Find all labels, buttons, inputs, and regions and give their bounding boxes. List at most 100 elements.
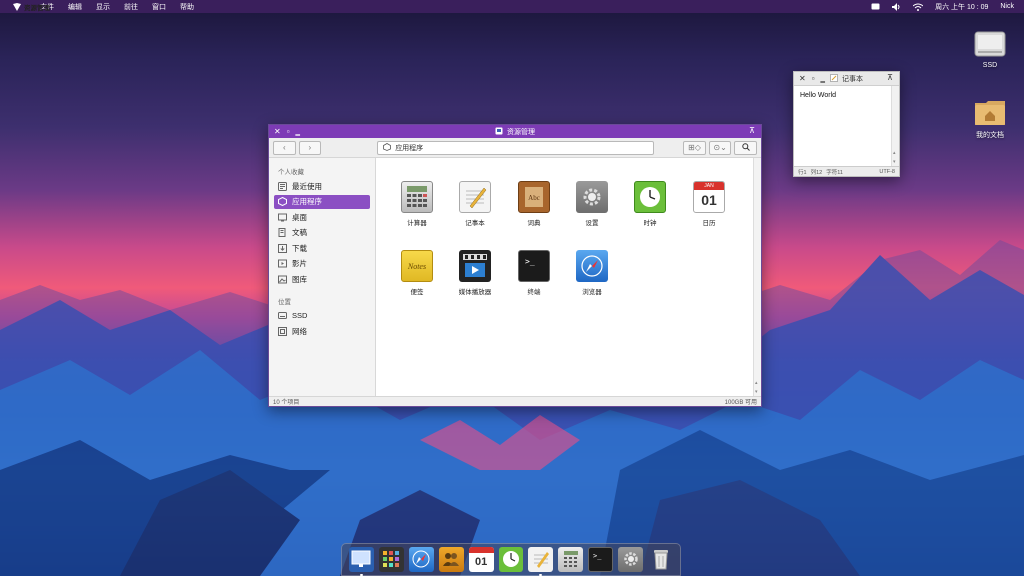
dock-item-calculator[interactable] — [558, 547, 584, 572]
app-item-dictionary[interactable]: Abc 词典 — [509, 181, 559, 227]
calendar-icon: JAN 01 — [693, 181, 725, 213]
file-manager-icon — [351, 550, 371, 570]
sidebar-item-downloads[interactable]: 下载 — [274, 241, 370, 255]
dock-item-settings[interactable] — [618, 547, 644, 572]
menu-edit[interactable]: 编辑 — [68, 2, 82, 12]
vertical-scrollbar[interactable]: ▴ ▾ — [891, 86, 899, 166]
menu-window[interactable]: 窗口 — [152, 2, 166, 12]
app-label: 浏览器 — [582, 289, 602, 296]
path-bar[interactable]: 应用程序 — [377, 140, 655, 155]
app-item-notepad[interactable]: 记事本 — [450, 181, 500, 227]
app-item-media-player[interactable]: 媒体播放器 — [450, 250, 500, 296]
calculator-icon — [401, 181, 433, 213]
app-item-notes[interactable]: Notes 便签 — [392, 250, 442, 296]
menu-help[interactable]: 帮助 — [180, 2, 194, 12]
dock-item-notepad[interactable] — [528, 547, 554, 576]
app-label: 设置 — [585, 220, 599, 227]
drive-icon — [278, 311, 287, 320]
notepad-editor[interactable]: Hello World ▴ ▾ — [794, 85, 899, 166]
back-button[interactable]: ‹ — [273, 140, 296, 155]
notification-icon[interactable] — [871, 3, 880, 10]
forward-button[interactable]: › — [298, 140, 322, 155]
maximize-icon[interactable]: ⊼ — [887, 73, 893, 82]
volume-icon[interactable] — [892, 2, 901, 11]
menu-go[interactable]: 前往 — [124, 2, 138, 12]
dock-item-trash[interactable] — [648, 547, 673, 572]
maximize-icon[interactable]: ⊼ — [749, 126, 755, 135]
app-label: 终端 — [527, 289, 541, 296]
sidebar-item-network[interactable]: 网络 — [274, 324, 370, 338]
action-menu-button[interactable]: ⊙⌄ — [708, 140, 732, 155]
apps-icon — [278, 197, 287, 206]
svg-text:>_: >_ — [525, 257, 535, 266]
notepad-content[interactable]: Hello World — [800, 92, 836, 99]
svg-text:Abc: Abc — [528, 194, 540, 202]
sidebar-item-movies[interactable]: 影片 — [274, 257, 370, 271]
drive-icon — [974, 30, 1006, 58]
dock-item-contacts[interactable] — [438, 547, 464, 572]
clock-display[interactable]: 周六 上午 10 : 09 — [935, 2, 988, 12]
app-item-terminal[interactable]: >_ 终端 — [509, 250, 559, 296]
encoding: UTF-8 — [879, 168, 895, 175]
calendar-month: JAN — [694, 182, 724, 190]
sidebar-item-label: 图库 — [292, 274, 307, 284]
sidebar-item-ssd[interactable]: SSD — [274, 309, 370, 323]
view-mode-button[interactable]: ⊞◇ — [683, 140, 706, 155]
desktop-icon — [278, 213, 287, 222]
user-name[interactable]: Nick — [1000, 3, 1014, 10]
file-content-area: 计算器 记事本 Abc 词典 设置 时钟 JAN 01 日历 Notes 便签 … — [376, 158, 753, 396]
media-player-icon — [459, 250, 491, 282]
cursor-column: 列12 — [810, 169, 823, 176]
sidebar-item-recent[interactable]: 最近使用 — [274, 179, 370, 193]
desktop-icon-ssd[interactable]: SSD — [970, 30, 1010, 69]
notepad-window: ✕ ▫ ‗ 记事本 ⊼ Hello World ▴ ▾ 行1 列12 字符11 … — [793, 71, 900, 177]
vertical-scrollbar[interactable]: ▴ ▾ — [753, 158, 761, 396]
close-icon[interactable]: ✕ — [274, 127, 281, 136]
menu-view[interactable]: 显示 — [96, 2, 110, 12]
dock-item-launcher[interactable] — [378, 547, 404, 572]
movies-icon — [278, 259, 287, 268]
dock-item-browser[interactable] — [408, 547, 434, 572]
menu-app-name[interactable]: 资源管理 — [12, 2, 62, 12]
minimize-icon[interactable]: ▫ — [287, 127, 290, 136]
app-item-clock[interactable]: 时钟 — [625, 181, 675, 227]
sidebar-item-desktop[interactable]: 桌面 — [274, 210, 370, 224]
dock-item-terminal[interactable]: >_ — [588, 547, 614, 572]
settings-icon — [576, 181, 608, 213]
search-button[interactable] — [734, 140, 757, 155]
notepad-titlebar[interactable]: ✕ ▫ ‗ 记事本 ⊼ — [794, 72, 899, 85]
dock-item-file-manager[interactable] — [349, 547, 374, 576]
item-count: 10 个项目 — [273, 400, 300, 406]
app-label: 词典 — [527, 220, 541, 227]
sidebar-places-header: 位置 — [278, 298, 291, 306]
sidebar-item-documents[interactable]: 文稿 — [274, 226, 370, 240]
close-icon[interactable]: ✕ — [799, 74, 806, 83]
app-item-calendar[interactable]: JAN 01 日历 — [684, 181, 734, 227]
minimize-icon[interactable]: ▫ — [812, 74, 815, 83]
sidebar-item-label: 下载 — [292, 243, 307, 253]
app-item-browser[interactable]: 浏览器 — [567, 250, 617, 296]
desktop-icon-documents[interactable]: 我的文档 — [970, 98, 1010, 140]
file-manager-titlebar[interactable]: ✕ ▫ ‗ 资源管理 ⊼ — [269, 125, 761, 138]
sidebar-item-label: 桌面 — [292, 212, 307, 222]
hide-icon[interactable]: ‗ — [821, 74, 825, 83]
contacts-icon — [441, 550, 461, 570]
sidebar-favorites-header: 个人收藏 — [278, 169, 304, 176]
file-manager-toolbar: ‹ › 应用程序 ⊞◇ ⊙⌄ — [269, 138, 761, 158]
hide-icon[interactable]: ‗ — [296, 127, 300, 136]
app-item-settings[interactable]: 设置 — [567, 181, 617, 227]
dock-item-calendar[interactable]: 01 — [468, 547, 494, 572]
sidebar-item-pictures[interactable]: 图库 — [274, 272, 370, 286]
wifi-icon[interactable] — [913, 3, 924, 11]
clock-icon — [501, 549, 521, 571]
calculator-icon — [562, 550, 580, 570]
apps-icon — [383, 142, 392, 153]
documents-icon — [278, 228, 287, 237]
download-icon — [278, 243, 287, 253]
terminal-icon: >_ — [518, 250, 550, 282]
sidebar-item-label: 应用程序 — [292, 197, 322, 206]
sidebar-item-applications[interactable]: 应用程序 — [274, 194, 370, 209]
app-item-calculator[interactable]: 计算器 — [392, 181, 442, 227]
dock-item-clock[interactable] — [498, 547, 524, 572]
notes-icon: Notes — [401, 250, 433, 282]
